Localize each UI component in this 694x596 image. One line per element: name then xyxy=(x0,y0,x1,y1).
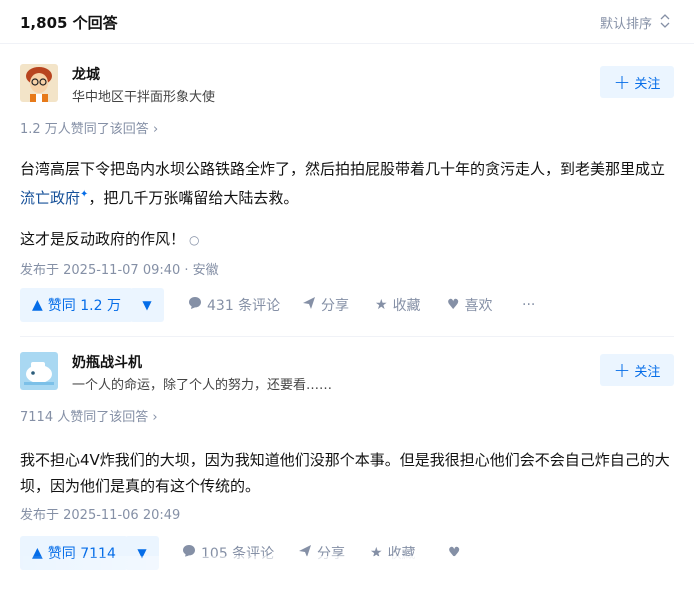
publish-date: 发布于 2025-11-06 20:49 xyxy=(20,508,181,523)
more-button[interactable]: ··· xyxy=(522,288,535,322)
follow-button[interactable]: + 关注 xyxy=(600,354,674,386)
author-info: 奶瓶战斗机 一个人的命运，除了个人的努力，还要看…… + 关注 xyxy=(20,352,674,393)
more-label: ··· xyxy=(522,297,536,313)
answer-text: 这才是反动政府的作风！ xyxy=(20,230,186,248)
sort-dropdown[interactable]: 默认排序 xyxy=(600,13,670,32)
answer-text: ，把几千万张嘴留给大陆去救。 xyxy=(88,189,299,207)
heart-icon: ♥ xyxy=(447,297,460,313)
share-button[interactable]: 分享 xyxy=(302,288,349,322)
favorite-label: 收藏 xyxy=(392,298,421,314)
author-bio: 华中地区干拌面形象大使 xyxy=(72,90,216,105)
plus-icon: + xyxy=(613,70,631,94)
avatar[interactable] xyxy=(20,352,58,390)
star-icon: ★ xyxy=(375,297,388,313)
comment-count: 431 条评论 xyxy=(207,298,281,314)
like-button[interactable]: ♥ 喜欢 xyxy=(447,288,493,322)
upvote-count-line[interactable]: 7114 人赞同了该回答 › xyxy=(20,406,158,425)
chevron-updown-icon xyxy=(660,14,670,31)
answer-text: 我不担心4V炸我们的大坝，因为我知道他们没那个本事。但是我很担心他们会不会自己炸… xyxy=(20,451,670,495)
answers-header: 1,805 个回答 默认排序 xyxy=(0,0,694,44)
upvote-label: 赞同 1.2 万 xyxy=(47,298,121,314)
bottom-fade xyxy=(0,556,694,596)
follow-label: 关注 xyxy=(634,76,661,92)
topic-link[interactable]: 流亡政府 xyxy=(20,189,80,207)
favorite-button[interactable]: ★ 收藏 xyxy=(375,288,421,322)
triangle-up-icon: ▲ xyxy=(32,297,43,313)
like-label: 喜欢 xyxy=(464,298,493,314)
circle-icon: ○ xyxy=(189,233,200,247)
comment-button[interactable]: 431 条评论 xyxy=(188,288,280,322)
author-info: 龙城 华中地区干拌面形象大使 + 关注 xyxy=(20,64,674,105)
divider xyxy=(20,336,674,337)
upvote-count-line[interactable]: 1.2 万人赞同了该回答 › xyxy=(20,118,158,137)
action-bar: ▲ 赞同 1.2 万 ▼ 431 条评论 分享 ★ 收藏 ♥ 喜欢 ··· xyxy=(20,288,674,322)
paper-plane-icon xyxy=(302,296,316,314)
author-bio: 一个人的命运，除了个人的努力，还要看…… xyxy=(72,378,333,393)
answer-paragraph: 台湾高层下令把岛内水坝公路铁路全炸了，然后拍拍屁股带着几十年的贪污走人，到老美那… xyxy=(20,156,674,211)
author-name[interactable]: 龙城 xyxy=(72,64,100,84)
triangle-down-icon: ▼ xyxy=(142,298,152,312)
answer-paragraph: 这才是反动政府的作风！ ○ xyxy=(20,226,674,253)
avatar[interactable] xyxy=(20,64,58,102)
plus-icon: + xyxy=(613,358,631,382)
sort-label: 默认排序 xyxy=(599,17,652,32)
answer-text: 台湾高层下令把岛内水坝公路铁路全炸了，然后拍拍屁股带着几十年的贪污走人，到老美那… xyxy=(20,160,666,178)
answer-paragraph: 我不担心4V炸我们的大坝，因为我知道他们没那个本事。但是我很担心他们会不会自己炸… xyxy=(20,447,674,499)
share-label: 分享 xyxy=(321,298,349,314)
follow-label: 关注 xyxy=(634,364,661,380)
upvote-button[interactable]: ▲ 赞同 1.2 万 xyxy=(20,288,133,322)
author-name[interactable]: 奶瓶战斗机 xyxy=(72,352,142,372)
follow-button[interactable]: + 关注 xyxy=(600,66,674,98)
publish-date: 发布于 2025-11-07 09:40 · 安徽 xyxy=(20,263,219,278)
comment-bubble-icon xyxy=(188,296,202,314)
answer-count: 1,805 个回答 xyxy=(20,14,118,32)
downvote-button[interactable]: ▼ xyxy=(130,288,164,322)
